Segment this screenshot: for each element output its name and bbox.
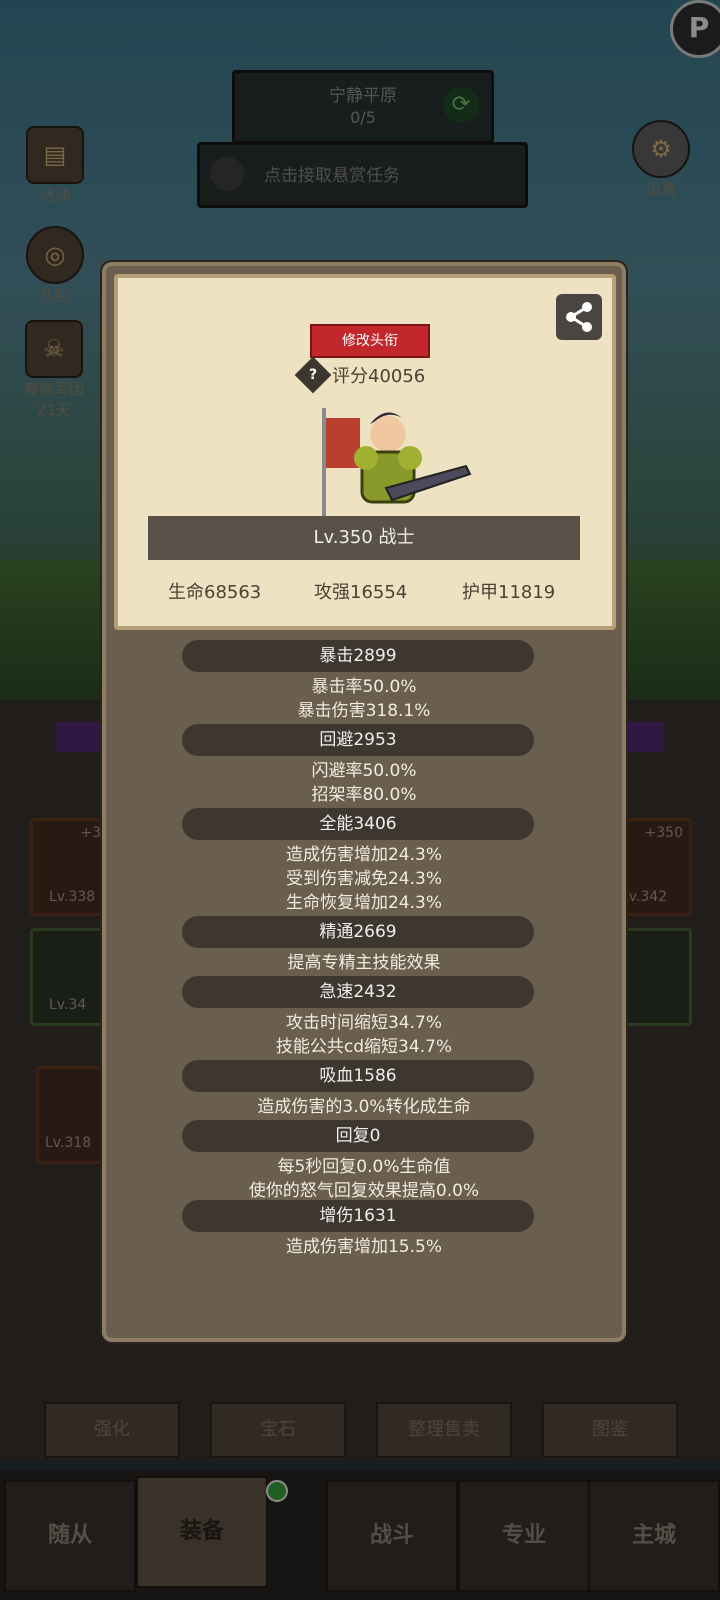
stat-section-header: 回复0 [182,1120,534,1152]
stat-line: 使你的怒气回复效果提高0.0% [248,1181,480,1201]
stat-line: 暴击伤害318.1% [297,701,431,721]
stat-section-header: 急速2432 [182,976,534,1008]
edit-title-button[interactable]: 修改头衔 [310,324,430,358]
character-card: 修改头衔 ? 评分40056 Lv.350 战士 生命68563 攻强16554… [114,274,616,630]
character-info-panel: 修改头衔 ? 评分40056 Lv.350 战士 生命68563 攻强16554… [102,262,626,1342]
score-text: 评分40056 [332,366,426,387]
stat-line: 招架率80.0% [311,785,417,805]
stat-hp: 生命68563 [168,582,262,603]
stat-section-header: 增伤1631 [182,1200,534,1232]
stat-line: 受到伤害减免24.3% [285,869,442,889]
stat-section-header: 吸血1586 [182,1060,534,1092]
share-button[interactable] [556,294,602,340]
warrior-character-image [322,408,472,518]
stat-line: 每5秒回复0.0%生命值 [277,1157,451,1177]
stat-line: 造成伤害增加24.3% [285,845,442,865]
stat-line: 造成伤害的3.0%转化成生命 [257,1097,471,1117]
stat-line: 生命恢复增加24.3% [285,893,442,913]
share-icon [566,302,592,332]
stat-section-header: 回避2953 [182,724,534,756]
stat-line: 造成伤害增加15.5% [285,1237,442,1257]
level-class-bar: Lv.350 战士 [148,516,580,560]
stat-line: 提高专精主技能效果 [287,953,441,973]
stat-section-header: 精通2669 [182,916,534,948]
stat-armor: 护甲11819 [462,582,556,603]
stat-line: 闪避率50.0% [311,761,417,781]
score-row: ? 评分40056 [294,356,426,394]
stat-section-header: 全能3406 [182,808,534,840]
stat-line: 攻击时间缩短34.7% [285,1013,442,1033]
stat-line: 技能公共cd缩短34.7% [275,1037,453,1057]
stat-section-header: 暴击2899 [182,640,534,672]
stat-line: 暴击率50.0% [311,677,417,697]
stat-attack: 攻强16554 [314,582,408,603]
